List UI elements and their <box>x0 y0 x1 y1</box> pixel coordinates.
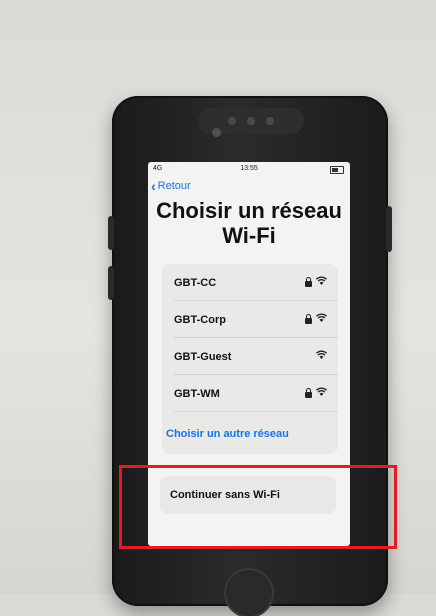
network-name: GBT-Corp <box>174 313 226 326</box>
lock-icon <box>305 388 312 398</box>
wifi-icon <box>316 276 327 285</box>
network-list: GBT-CC GBT-Corp GBT-Guest GBT-WM <box>162 264 338 454</box>
network-name: GBT-CC <box>174 276 217 289</box>
row-divider <box>174 411 338 412</box>
sensor-dot <box>247 117 255 125</box>
network-row[interactable]: GBT-Guest <box>162 338 338 375</box>
wifi-icon <box>316 313 327 322</box>
battery-icon <box>330 166 344 174</box>
power-button <box>386 206 392 252</box>
status-time: 13:55 <box>240 165 258 172</box>
network-name: GBT-Guest <box>174 350 232 363</box>
title-line-2: Wi-Fi <box>222 223 276 248</box>
network-row[interactable]: GBT-Corp <box>162 301 338 338</box>
choose-other-network-link[interactable]: Choisir un autre réseau <box>166 428 289 440</box>
status-bar: 4G 13:55 <box>148 162 350 178</box>
back-label: Retour <box>157 180 191 192</box>
network-row[interactable]: GBT-CC <box>162 264 338 301</box>
wifi-icon <box>316 387 327 396</box>
chevron-left-icon: ‹ <box>151 177 156 194</box>
sensor-dot <box>266 117 274 125</box>
highlight-box <box>119 465 397 549</box>
back-button[interactable]: ‹ Retour <box>151 177 191 194</box>
title-line-1: Choisir un réseau <box>156 198 342 223</box>
sensor-dot <box>228 117 236 125</box>
volume-up-button <box>108 216 114 250</box>
page-title: Choisir un réseau Wi-Fi <box>148 198 350 248</box>
volume-down-button <box>108 266 114 300</box>
lock-icon <box>305 277 312 287</box>
home-button[interactable] <box>226 570 272 616</box>
network-row[interactable]: GBT-WM <box>162 375 338 412</box>
network-name: GBT-WM <box>174 387 220 400</box>
lock-icon <box>305 314 312 324</box>
wifi-icon <box>316 350 327 359</box>
front-camera <box>212 128 221 137</box>
